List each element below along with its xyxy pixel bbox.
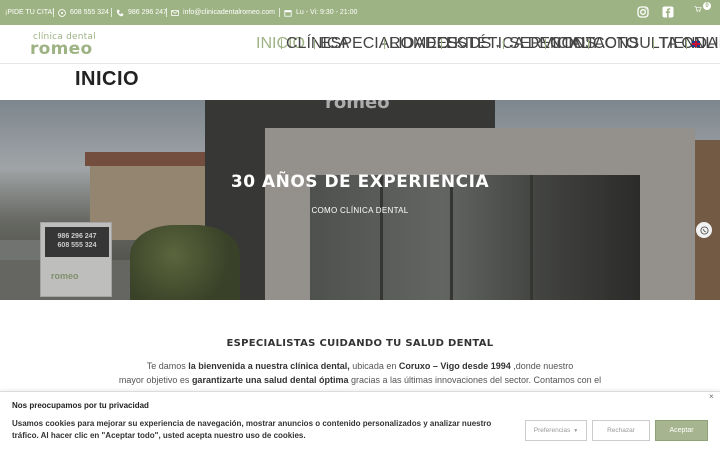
nav-divider — [686, 39, 687, 49]
facebook-icon[interactable] — [662, 6, 674, 18]
cookie-reject-button[interactable]: Rechazar — [592, 420, 650, 441]
nav-divider — [314, 39, 315, 49]
cookie-banner: × Nos preocupamos por tu privacidad Usam… — [0, 391, 720, 450]
nav-divider — [503, 39, 504, 49]
nav-divider — [441, 39, 442, 49]
nav-divider — [281, 39, 282, 49]
cta-label: ¡PIDE TU CITA! — [5, 9, 55, 16]
nav-divider — [384, 39, 385, 49]
nav-divider — [588, 39, 589, 49]
hours: Lu - Vi: 9:30 - 21:00 — [284, 0, 357, 25]
intro-paragraph-line1: Te damos la bienvenida a nuestra clínica… — [60, 361, 660, 371]
divider — [166, 8, 167, 17]
text-bold: Coruxo – Vigo desde 1994 — [398, 361, 511, 371]
whatsapp-link[interactable]: 608 555 324 — [58, 0, 109, 25]
text: ubicada en — [349, 361, 399, 371]
whatsapp-float-button[interactable] — [696, 222, 712, 238]
cart-count-badge: 0 — [703, 2, 711, 10]
email-label: info@clinicadentalromeo.com — [183, 9, 275, 16]
text: gracias a las últimas innovaciones del s… — [348, 375, 602, 385]
email-link[interactable]: info@clinicadentalromeo.com — [171, 0, 275, 25]
intro-paragraph-line2: mayor objetivo es garantizarte una salud… — [60, 375, 660, 385]
phone-link[interactable]: 986 296 247 — [116, 0, 167, 25]
chevron-down-icon: ▼ — [573, 427, 579, 434]
calendar-icon — [284, 9, 292, 17]
divider — [53, 8, 54, 17]
site-logo[interactable]: clínica dental romeo — [30, 30, 100, 60]
mail-icon — [171, 9, 179, 16]
nav-divider — [545, 39, 546, 49]
phone-icon — [116, 9, 124, 16]
logo-line2: romeo — [30, 39, 93, 59]
phone2-label: 986 296 247 — [128, 9, 167, 16]
page-title: INICIO — [75, 68, 140, 90]
top-bar: ¡PIDE TU CITA! 608 555 324 986 296 247 i… — [0, 0, 720, 25]
text-bold: garantizarte una salud dental óptima — [191, 375, 349, 385]
hero-overlay — [0, 100, 720, 300]
cta-text[interactable]: ¡PIDE TU CITA! — [5, 0, 54, 25]
cookie-preferences-button[interactable]: Preferencias ▼ — [525, 420, 587, 441]
button-label: Preferencias — [533, 427, 571, 434]
hours-label: Lu - Vi: 9:30 - 21:00 — [296, 9, 358, 16]
text-bold: la bienvenida a nuestra clínica dental, — [188, 361, 350, 371]
text: mayor objetivo es — [118, 375, 192, 385]
site-header: clínica dental romeo INICIO CLÍNICA ESPE… — [0, 25, 720, 64]
divider — [111, 8, 112, 17]
hero-banner: romeo 986 296 247 608 555 324 romeo 30 A… — [0, 100, 720, 300]
cookie-text: Usamos cookies para mejorar su experienc… — [12, 419, 492, 440]
divider — [279, 8, 280, 17]
nav-item-tienda[interactable]: TIENDA — [659, 36, 718, 52]
cart-icon[interactable] — [694, 5, 702, 13]
text: ,donde nuestro — [510, 361, 574, 371]
section-title: ESPECIALISTAS CUIDANDO TU SALUD DENTAL — [226, 338, 494, 349]
whatsapp-icon — [58, 8, 66, 17]
whatsapp-icon — [699, 225, 709, 235]
hero-title: 30 AÑOS DE EXPERIENCIA — [230, 172, 490, 192]
close-icon[interactable]: × — [709, 392, 714, 401]
nav-divider — [653, 39, 654, 49]
english-flag-icon[interactable] — [692, 41, 700, 47]
instagram-icon[interactable] — [637, 6, 649, 18]
cookie-accept-button[interactable]: Aceptar — [655, 420, 708, 441]
cookie-title: Nos preocupamos por tu privacidad — [12, 401, 149, 410]
phone1-label: 608 555 324 — [70, 9, 109, 16]
text: Te damos — [146, 361, 189, 371]
hero-subtitle: COMO CLÍNICA DENTAL — [311, 206, 409, 215]
